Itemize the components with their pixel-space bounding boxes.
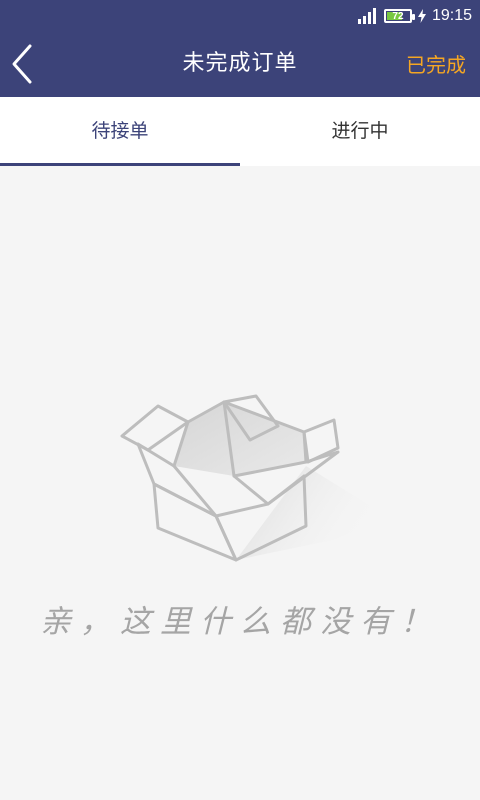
- nav-bar: 未完成订单 已完成: [0, 32, 480, 97]
- order-tabs: 待接单 进行中: [0, 97, 480, 166]
- tab-pending[interactable]: 待接单: [0, 97, 240, 166]
- battery-percent: 72: [392, 11, 404, 22]
- app-header: 72 19:15 未完成订单 已完成: [0, 0, 480, 97]
- completed-orders-link[interactable]: 已完成: [406, 51, 466, 79]
- battery-icon: 72: [383, 9, 415, 23]
- empty-box-icon: [120, 394, 390, 562]
- status-indicators: 72 19:15: [357, 6, 472, 26]
- status-time: 19:15: [431, 7, 472, 24]
- signal-icon: [357, 8, 376, 24]
- empty-message: 亲，这里什么都没有！: [40, 604, 440, 640]
- charging-icon: [417, 9, 426, 23]
- status-bar: 72 19:15: [0, 0, 480, 32]
- tab-in-progress[interactable]: 进行中: [240, 97, 480, 166]
- empty-state: 亲，这里什么都没有！: [0, 166, 480, 800]
